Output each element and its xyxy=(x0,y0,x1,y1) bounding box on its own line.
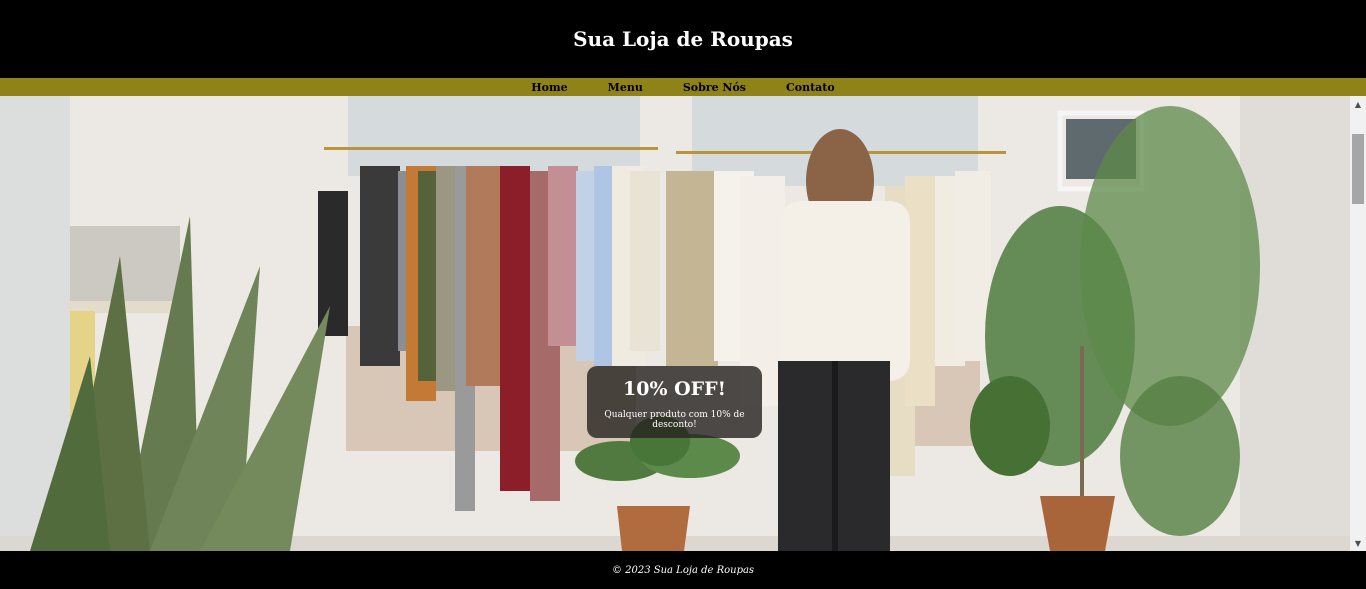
site-header: Sua Loja de Roupas xyxy=(0,0,1366,78)
scroll-down-arrow-icon[interactable]: ▼ xyxy=(1350,535,1366,551)
footer-copyright: © 2023 Sua Loja de Roupas xyxy=(611,564,755,576)
nav-menu-link[interactable]: Menu xyxy=(608,81,643,94)
promo-title: 10% OFF! xyxy=(623,378,726,400)
scrollbar-thumb[interactable] xyxy=(1352,134,1364,204)
site-title: Sua Loja de Roupas xyxy=(573,27,793,51)
nav-about-link[interactable]: Sobre Nós xyxy=(683,81,746,94)
main-nav: Home Menu Sobre Nós Contato xyxy=(0,78,1366,96)
nav-home-link[interactable]: Home xyxy=(531,81,567,94)
nav-contact-link[interactable]: Contato xyxy=(786,81,835,94)
promo-box: 10% OFF! Qualquer produto com 10% de des… xyxy=(587,366,762,438)
scroll-up-arrow-icon[interactable]: ▲ xyxy=(1350,96,1366,112)
hero-banner: 10% OFF! Qualquer produto com 10% de des… xyxy=(0,96,1350,551)
promo-text: Qualquer produto com 10% de desconto! xyxy=(604,410,745,430)
page-scrollbar[interactable]: ▲ ▼ xyxy=(1350,96,1366,551)
clothing-store-image xyxy=(0,96,1350,551)
site-footer: © 2023 Sua Loja de Roupas xyxy=(0,551,1366,589)
